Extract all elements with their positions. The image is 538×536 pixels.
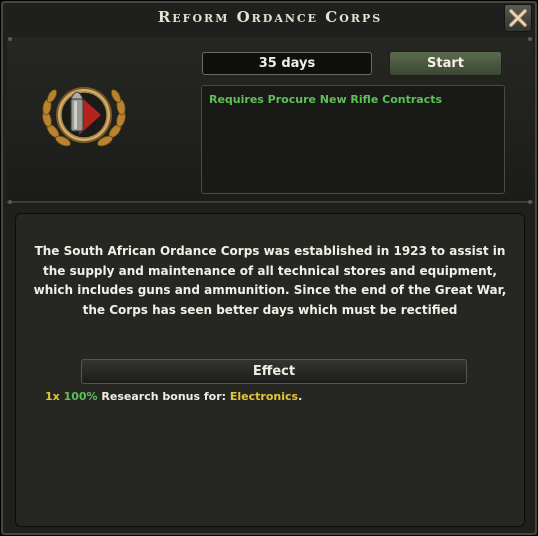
dialog-title: Reform Ordance Corps bbox=[157, 8, 383, 26]
description-line: The South African Ordance Corps was esta… bbox=[34, 244, 506, 258]
effect-header: Effect bbox=[81, 359, 467, 384]
description-line: the Corps has seen better days which mus… bbox=[82, 302, 458, 317]
close-icon bbox=[509, 9, 527, 27]
description-line: which includes guns and ammunition. Sinc… bbox=[33, 283, 507, 297]
focus-description: The South African Ordance Corps was esta… bbox=[31, 242, 509, 320]
effect-end: . bbox=[298, 390, 303, 403]
focus-dialog: Reform Ordance Corps 35 days Start Requi… bbox=[0, 0, 538, 536]
effect-target: Electronics bbox=[229, 390, 299, 403]
focus-emblem-icon bbox=[42, 87, 126, 147]
effect-percent: 100% bbox=[63, 390, 98, 403]
effect-multiplier: 1x bbox=[45, 390, 60, 403]
start-button[interactable]: Start bbox=[389, 51, 502, 76]
effect-text: Research bonus for: bbox=[101, 390, 227, 403]
close-button[interactable] bbox=[504, 4, 532, 32]
rivet-icon bbox=[8, 37, 12, 41]
rivet-icon bbox=[528, 37, 532, 41]
section-divider bbox=[7, 201, 533, 203]
focus-duration-display: 35 days bbox=[202, 52, 372, 75]
rivet-icon bbox=[8, 200, 12, 204]
rivet-icon bbox=[528, 200, 532, 204]
requirements-box: Requires Procure New Rifle Contracts bbox=[201, 85, 505, 194]
requirement-text: Requires Procure New Rifle Contracts bbox=[209, 93, 443, 106]
description-line: the supply and maintenance of all techni… bbox=[43, 263, 497, 278]
effect-description: 1x 100% Research bonus for: Electronics. bbox=[45, 390, 302, 403]
